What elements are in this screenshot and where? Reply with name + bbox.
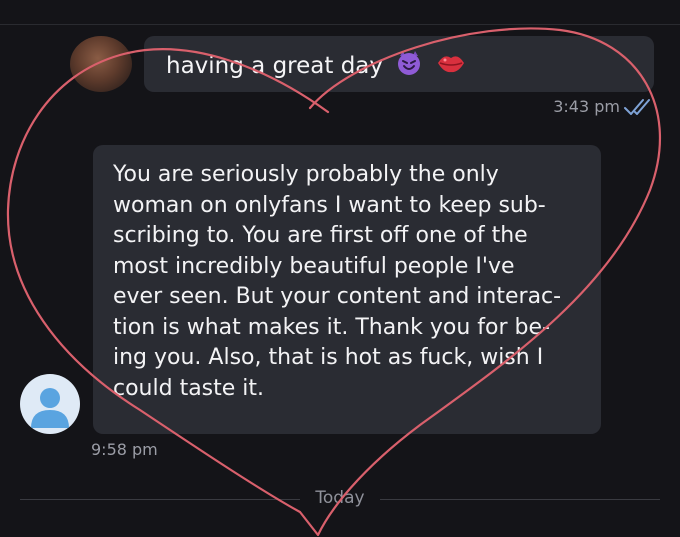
smiling-devil-emoji-icon [396, 50, 422, 83]
received-message-line: scribing to. You are first off one of th… [113, 223, 528, 248]
received-message-bubble[interactable]: You are seriously probably the only woma… [93, 145, 601, 434]
sent-message-label: having a great day [166, 53, 383, 79]
sent-message-bubble[interactable]: having a great day [144, 36, 654, 92]
received-message-text: You are seriously probably the only woma… [113, 160, 583, 404]
received-message-line: You are seriously probably the only [113, 162, 499, 187]
default-user-avatar-icon[interactable] [20, 374, 80, 434]
date-separator-label: Today [315, 488, 365, 508]
received-message-line: ing you. Also, that is hot as fuck, wish… [113, 345, 544, 370]
double-check-icon [624, 99, 650, 115]
received-message-line: could taste it. [113, 375, 265, 401]
received-message-line: ever seen. But your content and interac- [113, 284, 562, 309]
sent-message-time: 3:43 pm [553, 97, 620, 116]
sender-avatar[interactable] [70, 36, 132, 92]
received-message-line: most incredibly beautiful people I've [113, 253, 515, 279]
sent-message-text: having a great day [166, 50, 466, 83]
received-message-line: tion is what makes it. Thank you for be- [113, 314, 550, 340]
date-separator: Today [20, 488, 660, 510]
received-message-time: 9:58 pm [91, 440, 158, 459]
received-message-line: woman on onlyfans I want to keep sub- [113, 192, 546, 218]
lips-emoji-icon [436, 50, 466, 83]
top-divider [0, 24, 680, 25]
